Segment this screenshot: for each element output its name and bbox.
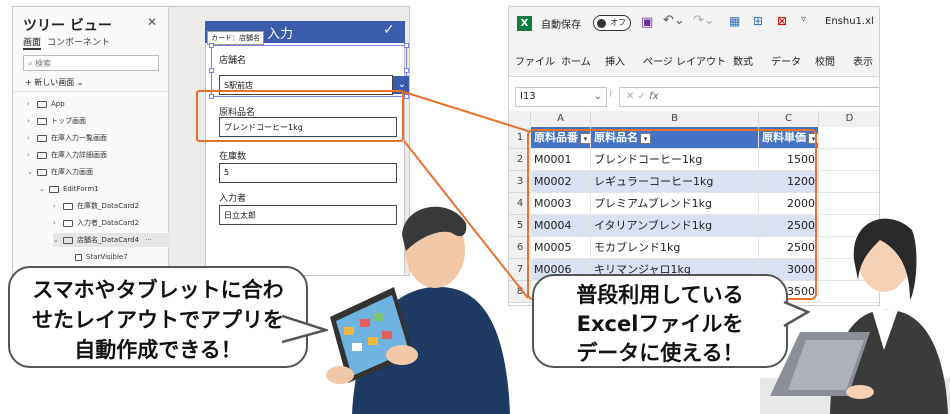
tree-view-panel: ツリー ビュー ✕ 画面 コンポーネント ⌕ 検索 + 新しい画面 ⌄ › App… <box>13 7 169 275</box>
undo-icon[interactable]: ↶⌄ <box>663 13 685 28</box>
tree-item-list-screen[interactable]: › 在庫入力一覧画面 <box>27 131 107 145</box>
tree-item-star[interactable]: StarVisible7 <box>75 250 128 264</box>
tree-item-datacard[interactable]: › 入力者_DataCard2 <box>53 216 139 230</box>
field-label-inputter: 入力者 <box>219 194 247 204</box>
more-icon[interactable]: ··· <box>145 236 152 244</box>
divider <box>13 91 169 92</box>
callout-tail <box>282 314 328 344</box>
tree-item-datacard-selected[interactable]: ⌄ 店舗名_DataCard4 ··· <box>53 233 169 247</box>
redo-icon[interactable]: ↷⌄ <box>693 13 715 28</box>
table-icon[interactable]: ⊞ <box>753 14 763 28</box>
tree-item-input-screen[interactable]: ⌄ 在庫入力画面 <box>27 165 93 179</box>
callout-tail <box>780 300 810 328</box>
empty-cell[interactable] <box>819 171 879 193</box>
name-box[interactable]: I13 ⌄ <box>515 87 607 107</box>
clear-icon[interactable]: ⊠ <box>777 14 787 28</box>
tree-view-title: ツリー ビュー <box>23 18 112 34</box>
screen-icon <box>37 151 47 159</box>
tree-item-top-screen[interactable]: › トップ画面 <box>27 114 86 128</box>
excel-titlebar: X 自動保存 オフ ▣ ↶⌄ ↷⌄ ▦ ⊞ ⊠ ▿ Enshu1.xl <box>509 7 879 41</box>
tab-screens[interactable]: 画面 <box>23 35 42 50</box>
tab-file[interactable]: ファイル <box>515 53 555 68</box>
tab-data[interactable]: データ <box>771 53 801 68</box>
check-icon[interactable]: ✓ <box>383 22 395 38</box>
autosave-label: 自動保存 <box>541 20 581 31</box>
tree-item-detail-screen[interactable]: › 在庫入力詳細画面 <box>27 148 107 162</box>
highlight-form-field <box>196 90 404 142</box>
tab-components[interactable]: コンポーネント <box>47 35 110 48</box>
callout-right: 普段利用している Excelファイルを データに使える！ <box>532 274 788 368</box>
field-label-stock: 在庫数 <box>219 152 247 162</box>
card-tooltip: カード：店舗名 <box>207 31 264 45</box>
close-icon[interactable]: ✕ <box>147 15 157 29</box>
tab-formulas[interactable]: 数式 <box>733 53 753 68</box>
form-icon <box>49 185 59 193</box>
screen-icon <box>37 117 47 125</box>
search-input[interactable]: ⌕ 検索 <box>23 55 159 71</box>
tree-item-editform[interactable]: ⌄ EditForm1 <box>39 182 99 196</box>
field-label-store: 店舗名 <box>219 56 247 66</box>
form-header-title: 入力 <box>267 27 294 42</box>
empty-cell[interactable] <box>819 127 879 149</box>
new-screen-button[interactable]: + 新しい画面 ⌄ <box>25 77 84 88</box>
select-all-corner[interactable] <box>509 111 531 127</box>
autosave-toggle[interactable]: オフ <box>593 15 631 31</box>
tab-page-layout[interactable]: ページ レイアウト <box>643 53 726 68</box>
tree-item-app[interactable]: › App <box>27 97 65 111</box>
formula-bar[interactable]: ✕ ✓ fx <box>619 87 879 107</box>
cancel-icon: ✕ ✓ <box>626 91 650 102</box>
card-icon <box>63 236 73 244</box>
excel-logo-icon: X <box>517 16 532 31</box>
fx-icon: fx <box>649 91 659 102</box>
column-header-d[interactable]: D <box>819 111 879 127</box>
file-name: Enshu1.xl <box>825 16 874 27</box>
tab-review[interactable]: 校閲 <box>815 53 835 68</box>
tab-insert[interactable]: 挿入 <box>605 53 625 68</box>
empty-cell[interactable] <box>819 149 879 171</box>
more-icon: ⁝ <box>609 89 613 100</box>
stock-input[interactable]: 5 <box>219 163 397 183</box>
tab-view[interactable]: 表示 <box>853 53 873 68</box>
column-header-b[interactable]: B <box>591 111 759 127</box>
label-icon <box>75 253 82 261</box>
tree-item-datacard[interactable]: › 在庫数_DataCard2 <box>53 199 139 213</box>
callout-left: スマホやタブレットに合わ せたレイアウトでアプリを 自動作成できる！ <box>8 266 308 368</box>
card-icon <box>63 219 73 227</box>
column-header-a[interactable]: A <box>531 111 591 127</box>
column-header-c[interactable]: C <box>759 111 819 127</box>
customize-icon[interactable]: ▿ <box>801 14 806 25</box>
screen-icon <box>37 134 47 142</box>
tab-home[interactable]: ホーム <box>561 53 591 68</box>
screen-icon <box>37 168 47 176</box>
app-icon <box>37 100 47 108</box>
card-icon <box>63 202 73 210</box>
save-icon[interactable]: ▣ <box>641 15 653 30</box>
form-icon[interactable]: ▦ <box>729 14 740 28</box>
search-icon: ⌕ <box>28 59 36 68</box>
man-with-tablet <box>326 206 510 414</box>
